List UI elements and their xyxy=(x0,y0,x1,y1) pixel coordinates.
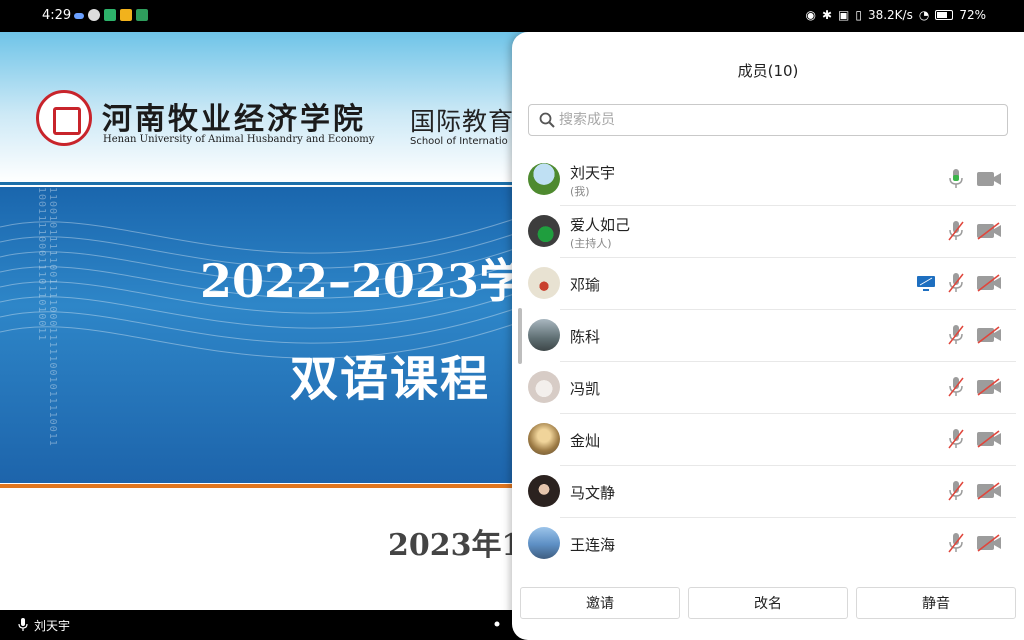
member-name: 邓瑜 xyxy=(570,276,601,294)
member-row[interactable]: 冯凯 xyxy=(512,362,1024,414)
wifi-icon: ◔ xyxy=(918,8,930,22)
camera-off-icon[interactable] xyxy=(976,378,1002,396)
battery-icon xyxy=(935,10,954,20)
member-role: (我) xyxy=(570,185,590,198)
eye-icon: ◉ xyxy=(805,8,816,22)
mic-off-icon[interactable] xyxy=(948,376,964,398)
slide-year-title: 2022–2023学 xyxy=(200,254,526,308)
camera-off-icon[interactable] xyxy=(976,274,1002,292)
wechat-icon xyxy=(88,9,100,21)
mic-off-icon[interactable] xyxy=(948,428,964,450)
vibrate-icon: ▯ xyxy=(855,8,862,22)
school-name-cn: 国际教育 xyxy=(410,107,515,136)
mic-off-icon[interactable] xyxy=(948,480,964,502)
members-panel-title: 成员(10) xyxy=(737,62,799,80)
notes-icon xyxy=(120,9,132,21)
member-row[interactable]: 金灿 xyxy=(512,414,1024,466)
avatar xyxy=(528,371,560,403)
app-icon-2 xyxy=(136,9,148,21)
mic-on-icon[interactable] xyxy=(948,168,964,190)
member-name: 陈科 xyxy=(570,328,601,346)
notification-icons xyxy=(74,9,148,21)
camera-off-icon[interactable] xyxy=(976,482,1002,500)
member-name: 爱人如己 xyxy=(570,216,631,234)
avatar xyxy=(528,215,560,247)
mic-off-icon[interactable] xyxy=(948,324,964,346)
wave-lines-decoration xyxy=(0,216,520,359)
slide-date: 2023年1 xyxy=(388,528,523,563)
camera-off-icon[interactable] xyxy=(976,534,1002,552)
university-name-en: Henan University of Animal Husbandry and… xyxy=(103,134,375,145)
status-bar: 4:29 ◉ ✱ ▣ ▯ 38.2K/s ◔ 72% xyxy=(0,0,1024,32)
member-name: 王连海 xyxy=(570,536,616,554)
screen-share-icon xyxy=(917,276,935,291)
member-name: 马文静 xyxy=(570,484,616,502)
member-list: 刘天宇 (我) 爱人如己 (主持人) 邓瑜 陈科 冯凯 金灿 马文静 王连海 xyxy=(512,154,1024,570)
avatar xyxy=(528,267,560,299)
member-row[interactable]: 爱人如己 (主持人) xyxy=(512,206,1024,258)
member-row[interactable]: 王连海 xyxy=(512,518,1024,570)
member-role: (主持人) xyxy=(570,237,612,250)
member-search[interactable] xyxy=(528,104,1008,136)
mic-off-icon[interactable] xyxy=(948,532,964,554)
camera-off-icon[interactable] xyxy=(976,326,1002,344)
slide-course-title: 双语课程 xyxy=(290,351,491,407)
battery-percent: 72% xyxy=(959,8,986,22)
avatar xyxy=(528,475,560,507)
member-row[interactable]: 邓瑜 xyxy=(512,258,1024,310)
mute-all-button[interactable]: 静音 xyxy=(856,587,1016,619)
camera-status-icon: ▣ xyxy=(838,8,850,22)
mic-off-icon[interactable] xyxy=(948,220,964,242)
page-dot-indicator xyxy=(494,621,500,627)
avatar xyxy=(528,163,560,195)
avatar xyxy=(528,423,560,455)
search-icon xyxy=(539,112,555,128)
mic-icon xyxy=(18,618,28,631)
member-name: 刘天宇 xyxy=(570,164,616,182)
camera-off-icon[interactable] xyxy=(976,222,1002,240)
member-name: 冯凯 xyxy=(570,380,601,398)
status-time: 4:29 xyxy=(42,8,72,23)
invite-button[interactable]: 邀请 xyxy=(520,587,680,619)
binary-decoration: 1100101111100111100011111001011110011 10… xyxy=(36,187,58,447)
status-right: ◉ ✱ ▣ ▯ 38.2K/s ◔ 72% xyxy=(805,8,986,22)
network-speed: 38.2K/s xyxy=(867,8,913,22)
member-row[interactable]: 陈科 xyxy=(512,310,1024,362)
camera-off-icon[interactable] xyxy=(976,430,1002,448)
member-row[interactable]: 刘天宇 (我) xyxy=(512,154,1024,206)
university-seal-logo xyxy=(36,90,92,146)
avatar xyxy=(528,319,560,351)
member-row[interactable]: 马文静 xyxy=(512,466,1024,518)
cloud-icon xyxy=(74,13,84,19)
university-name-cn: 河南牧业经济学院 xyxy=(102,102,366,137)
member-actions: 邀请 改名 静音 xyxy=(520,587,1016,619)
app-icon xyxy=(104,9,116,21)
members-panel: 成员(10) 刘天宇 (我) 爱人如己 xyxy=(512,32,1024,640)
camera-on-icon[interactable] xyxy=(976,170,1002,188)
active-speaker-name: 刘天宇 xyxy=(34,619,71,633)
member-name: 金灿 xyxy=(570,432,601,450)
bluetooth-icon: ✱ xyxy=(821,8,832,22)
avatar xyxy=(528,527,560,559)
panel-drag-handle[interactable] xyxy=(518,308,522,364)
rename-button[interactable]: 改名 xyxy=(688,587,848,619)
member-search-input[interactable] xyxy=(559,109,989,131)
school-name-en: School of Internatio xyxy=(410,136,508,147)
mic-off-icon[interactable] xyxy=(948,272,964,294)
